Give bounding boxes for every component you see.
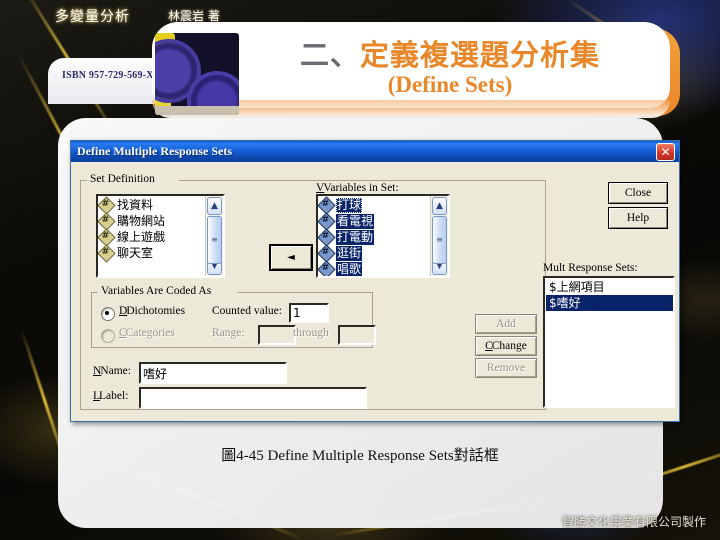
- scroll-up-icon[interactable]: ▲: [432, 197, 447, 215]
- name-label: NName:: [93, 365, 131, 377]
- list-item-label: 打球: [336, 197, 363, 213]
- close-button-label: Close: [624, 187, 652, 199]
- nominal-variable-icon: #: [318, 196, 336, 215]
- name-input[interactable]: 嗜好: [139, 362, 287, 384]
- source-list-scrollbar[interactable]: ▲ ≡ ▼: [205, 196, 223, 276]
- book-title: 多變量分析: [55, 9, 130, 25]
- list-item[interactable]: # 看電視: [318, 212, 431, 231]
- dialog-title: Define Multiple Response Sets: [77, 144, 232, 158]
- list-item-label: 逛街: [336, 245, 363, 261]
- define-multiple-response-sets-dialog: Define Multiple Response Sets ✕ Set Defi…: [70, 140, 680, 422]
- variables-coded-as-group: Variables Are Coded As: [91, 285, 373, 348]
- list-item-label: 找資料: [117, 197, 154, 212]
- slide-title-english: (Define Sets): [387, 72, 513, 97]
- scroll-up-icon[interactable]: ▲: [207, 197, 222, 215]
- nominal-variable-icon: #: [318, 260, 336, 276]
- list-item[interactable]: $嗜好: [546, 295, 673, 311]
- counted-value-text: 1: [293, 306, 301, 320]
- range-from-input[interactable]: [258, 325, 296, 345]
- list-item-label: 看電視: [336, 213, 375, 229]
- list-item[interactable]: # 唱歌: [318, 260, 431, 276]
- nominal-variable-icon: #: [98, 228, 116, 247]
- list-item-label: 唱歌: [336, 261, 363, 276]
- remove-button[interactable]: Remove: [475, 358, 537, 378]
- source-variables-list[interactable]: # 找資料 # 購物網站 # 線上遊戲 # 聊天室 ▲ ≡ ▼: [96, 194, 225, 278]
- add-button-label: Add: [496, 318, 516, 330]
- help-button[interactable]: Help: [608, 207, 668, 229]
- close-icon[interactable]: ✕: [656, 142, 675, 161]
- label-input[interactable]: [139, 387, 367, 409]
- list-item[interactable]: # 打電動: [318, 228, 431, 247]
- isbn-text: ISBN 957-729-569-X: [62, 70, 154, 81]
- list-item[interactable]: $上網項目: [546, 279, 673, 295]
- list-item-label: 打電動: [336, 229, 375, 245]
- name-value-text: 嗜好: [143, 366, 168, 381]
- gear-image-footer-band: [155, 106, 239, 115]
- dialog-body: Set Definition # 找資料 # 購物網站 # 線上遊戲 # 聊天室…: [71, 162, 679, 421]
- arrow-left-icon: ◄: [287, 252, 295, 263]
- dichotomies-label: DDichotomies: [119, 305, 186, 317]
- list-item-label: 聊天室: [117, 245, 154, 260]
- list-item[interactable]: # 逛街: [318, 244, 431, 263]
- variables-in-set-list[interactable]: # 打球 # 看電視 # 打電動 # 逛街 # 唱歌 ▲ ≡ ▼: [316, 194, 450, 278]
- list-item-label: $上網項目: [549, 279, 605, 294]
- nominal-variable-icon: #: [98, 244, 116, 263]
- source-variables-items: # 找資料 # 購物網站 # 線上遊戲 # 聊天室: [98, 196, 206, 276]
- thumb-grip-icon: ≡: [211, 234, 218, 244]
- close-button[interactable]: Close: [608, 182, 668, 204]
- change-button-label: CChange: [485, 340, 527, 352]
- list-item-label: $嗜好: [549, 295, 581, 310]
- gear-purple-large: [155, 43, 197, 99]
- dialog-title-bar[interactable]: Define Multiple Response Sets ✕: [71, 141, 679, 162]
- scrollbar-track[interactable]: ≡: [207, 216, 222, 264]
- publisher-footer: 智勝文化事業有限公司製作: [561, 515, 706, 529]
- nominal-variable-icon: #: [98, 212, 116, 231]
- mult-response-sets-items: $上網項目 $嗜好: [545, 278, 673, 406]
- nominal-variable-icon: #: [98, 196, 116, 215]
- set-definition-label: Set Definition: [87, 173, 158, 185]
- slide-title-main: 定義複選題分析集: [360, 38, 601, 72]
- range-to-input[interactable]: [338, 325, 376, 345]
- gears-image: [155, 33, 239, 115]
- list-item-label: 購物網站: [117, 213, 166, 228]
- slide-title-number: 二、: [299, 38, 360, 72]
- scrollbar-track[interactable]: ≡: [432, 216, 447, 264]
- variables-coded-as-label: Variables Are Coded As: [98, 285, 215, 297]
- list-item[interactable]: # 打球: [318, 196, 431, 215]
- variables-in-set-items: # 打球 # 看電視 # 打電動 # 逛街 # 唱歌: [318, 196, 431, 276]
- nominal-variable-icon: #: [318, 228, 336, 247]
- list-item[interactable]: # 聊天室: [98, 244, 206, 263]
- variables-in-set-label: VVariables in Set:: [316, 182, 399, 194]
- figure-caption: 圖4-45 Define Multiple Response Sets對話框: [221, 448, 499, 464]
- through-label: through: [293, 327, 329, 339]
- variables-in-set-scrollbar[interactable]: ▲ ≡ ▼: [430, 196, 448, 276]
- nominal-variable-icon: #: [318, 244, 336, 263]
- dichotomies-radio[interactable]: [101, 307, 115, 321]
- list-item-label: 線上遊戲: [117, 229, 166, 244]
- scrollbar-thumb[interactable]: ≡: [207, 216, 222, 264]
- counted-value-label: Counted value:: [212, 305, 282, 317]
- mult-response-sets-label: Mult Response Sets:: [543, 262, 638, 274]
- slide-root: 多變量分析 林震岩 著 ISBN 957-729-569-X 二、定義複選題分析…: [0, 0, 720, 540]
- list-item[interactable]: # 找資料: [98, 196, 206, 215]
- slide-title-chinese: 二、定義複選題分析集: [250, 32, 650, 74]
- categories-label: CCategories: [119, 327, 175, 339]
- transfer-button[interactable]: ◄: [269, 244, 313, 271]
- help-button-label: Help: [626, 212, 650, 224]
- scrollbar-thumb[interactable]: ≡: [432, 216, 447, 264]
- label-label: LLabel:: [93, 390, 129, 402]
- categories-radio[interactable]: [101, 329, 115, 343]
- range-label: Range:: [212, 327, 245, 339]
- mult-response-sets-list[interactable]: $上網項目 $嗜好: [543, 276, 675, 408]
- counted-value-input[interactable]: 1: [289, 303, 329, 323]
- list-item[interactable]: # 購物網站: [98, 212, 206, 231]
- remove-button-label: Remove: [486, 362, 526, 374]
- list-item[interactable]: # 線上遊戲: [98, 228, 206, 247]
- change-button[interactable]: CChange: [475, 336, 537, 356]
- add-button[interactable]: Add: [475, 314, 537, 334]
- thumb-grip-icon: ≡: [436, 234, 443, 244]
- nominal-variable-icon: #: [318, 212, 336, 231]
